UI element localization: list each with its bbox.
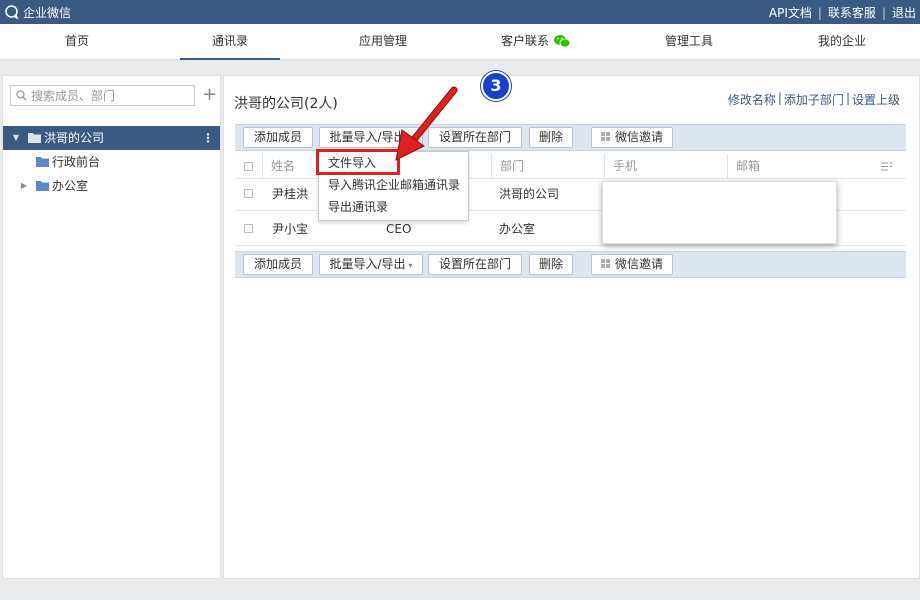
separator: |	[845, 91, 850, 105]
highlight-box	[316, 149, 400, 175]
toolbar-top: 添加成员 批量导入/导出▾ 设置所在部门 删除 微信邀请	[235, 124, 906, 151]
hover-card	[602, 181, 837, 244]
tree-item-label: 洪哥的公司	[44, 131, 105, 145]
nav-apps[interactable]: 应用管理	[333, 24, 433, 60]
grid-icon	[600, 132, 610, 141]
nav-home[interactable]: 首页	[27, 24, 127, 60]
member-department: 洪哥的公司	[499, 187, 560, 201]
wechat-invite-button[interactable]: 微信邀请	[591, 254, 673, 275]
page-title: 洪哥的公司(2人)	[234, 96, 338, 112]
api-docs-link[interactable]: API文档	[769, 4, 812, 21]
folder-icon	[28, 133, 41, 143]
search-input[interactable]	[31, 87, 191, 104]
app-title: 企业微信	[23, 5, 72, 20]
member-department: 办公室	[499, 222, 536, 236]
wecom-logo-icon	[5, 5, 19, 20]
wechat-invite-label: 微信邀请	[614, 257, 663, 271]
top-bar: 企业微信 API文档 | 联系客服 | 退出	[0, 0, 920, 24]
tree-item-label: 行政前台	[52, 155, 101, 169]
department-tree: ▼ 洪哥的公司 ⋮ 行政前台 ▶ 办公室	[3, 126, 220, 198]
search-icon	[16, 90, 27, 101]
add-member-button[interactable]: 添加成员	[243, 127, 313, 148]
menu-item-import-tencent-mail[interactable]: 导入腾讯企业邮箱通讯录	[319, 175, 468, 196]
separator: |	[817, 5, 822, 20]
separator: |	[881, 5, 886, 20]
main-nav: 首页 通讯录 应用管理 客户联系 管理工具 我的企业	[0, 24, 920, 60]
folder-icon	[36, 157, 49, 167]
menu-item-export-contacts[interactable]: 导出通讯录	[319, 197, 468, 218]
toolbar-bottom: 添加成员 批量导入/导出 ▾ 设置所在部门 删除 微信邀请	[235, 251, 906, 278]
add-subdepartment-link[interactable]: 添加子部门	[784, 91, 844, 108]
tree-item-root[interactable]: ▼ 洪哥的公司 ⋮	[3, 126, 220, 150]
step-badge: 3	[481, 71, 511, 101]
expand-arrow-icon[interactable]: ▼	[11, 126, 21, 150]
column-header-department[interactable]: 部门	[491, 154, 604, 179]
member-name: 尹小宝	[272, 222, 309, 236]
nav-contacts[interactable]: 通讯录	[180, 24, 280, 60]
member-name: 尹桂洪	[272, 187, 309, 201]
add-member-button[interactable]: 添加成员	[243, 254, 313, 275]
app-logo[interactable]: 企业微信	[4, 3, 71, 21]
search-box	[10, 85, 195, 106]
column-header-email[interactable]: 邮箱	[727, 154, 872, 179]
column-settings-icon[interactable]	[881, 162, 892, 171]
nav-my-enterprise[interactable]: 我的企业	[792, 24, 892, 60]
org-sidebar: + ▼ 洪哥的公司 ⋮ 行政前台 ▶ 办公室	[2, 75, 221, 579]
logout-link[interactable]: 退出	[892, 4, 916, 21]
more-options-icon[interactable]: ⋮	[202, 126, 214, 150]
nav-customer-contact-label: 客户联系	[500, 34, 549, 48]
add-department-icon[interactable]: +	[202, 86, 217, 104]
column-header-phone[interactable]: 手机	[604, 154, 727, 179]
wechat-invite-button[interactable]: 微信邀请	[591, 127, 673, 148]
grid-icon	[600, 259, 610, 268]
batch-import-export-label: 批量导入/导出	[329, 257, 406, 271]
department-actions: 修改名称 | 添加子部门 | 设置上级	[728, 91, 900, 108]
select-all-checkbox[interactable]	[244, 162, 253, 171]
dropdown-caret-icon: ▾	[408, 261, 413, 270]
delete-button[interactable]: 删除	[529, 254, 573, 275]
rename-link[interactable]: 修改名称	[728, 91, 776, 108]
contact-support-link[interactable]: 联系客服	[828, 4, 876, 21]
wechat-icon	[554, 34, 571, 47]
separator: |	[777, 91, 782, 105]
folder-icon	[36, 181, 49, 191]
collapsed-arrow-icon[interactable]: ▶	[19, 174, 29, 198]
set-parent-link[interactable]: 设置上级	[852, 91, 900, 108]
pointer-arrow-icon	[395, 86, 458, 161]
batch-import-export-button[interactable]: 批量导入/导出▾	[319, 254, 423, 275]
delete-button[interactable]: 删除	[529, 127, 573, 148]
set-department-button[interactable]: 设置所在部门	[428, 254, 522, 275]
nav-customer-contact[interactable]: 客户联系	[486, 24, 586, 60]
wechat-invite-label: 微信邀请	[614, 130, 663, 144]
row-checkbox[interactable]	[244, 224, 253, 233]
tree-item-office[interactable]: ▶ 办公室	[3, 174, 220, 198]
row-checkbox[interactable]	[244, 189, 253, 198]
top-links: API文档 | 联系客服 | 退出	[769, 4, 916, 21]
tree-item-admin-reception[interactable]: 行政前台	[3, 150, 220, 174]
nav-management-tools[interactable]: 管理工具	[639, 24, 739, 60]
tree-item-label: 办公室	[52, 179, 89, 193]
nav-contacts-label: 通讯录	[211, 34, 248, 48]
